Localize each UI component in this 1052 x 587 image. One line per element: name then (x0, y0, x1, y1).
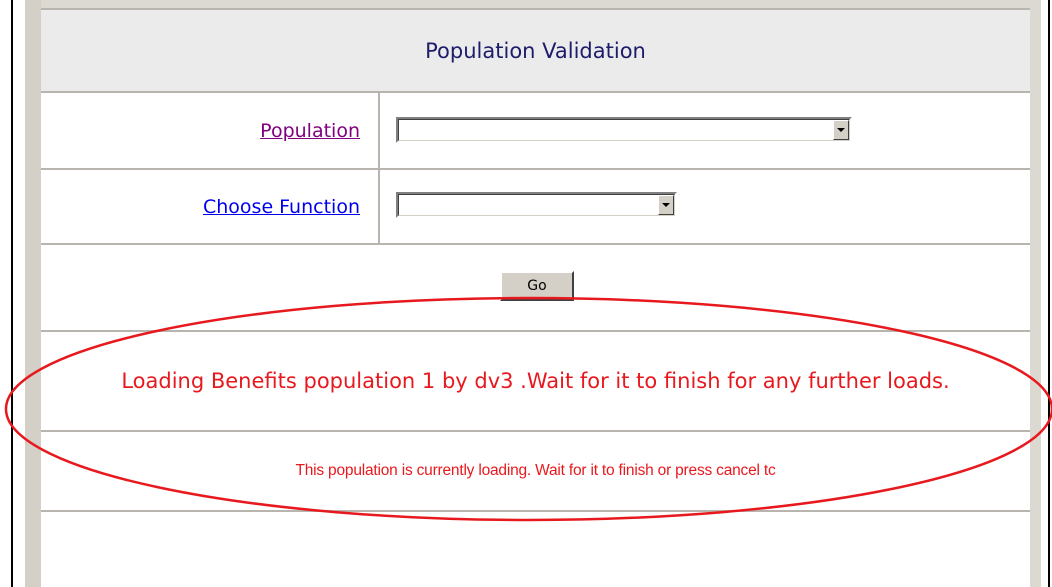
population-value-cell (380, 93, 1030, 168)
page-frame: Population Validation Population Choose … (0, 0, 1052, 587)
loading-status-cell: Loading Benefits population 1 by dv3 .Wa… (41, 332, 1030, 430)
right-border (1048, 0, 1050, 587)
population-select[interactable] (396, 117, 852, 143)
loading-status-message: Loading Benefits population 1 by dv3 .Wa… (121, 369, 950, 393)
function-label-cell: Choose Function (41, 170, 378, 243)
population-select-inset (398, 119, 850, 141)
chevron-down-icon[interactable] (833, 120, 849, 140)
page-title: Population Validation (425, 38, 646, 63)
loading-notice-cell: This population is currently loading. Wa… (41, 432, 1030, 510)
population-label-cell: Population (41, 93, 378, 168)
go-button[interactable]: Go (500, 271, 574, 301)
left-border (11, 0, 13, 587)
function-value-cell (380, 170, 1030, 243)
chevron-down-icon[interactable] (658, 195, 674, 215)
empty-row (41, 512, 1030, 587)
function-select[interactable] (396, 192, 677, 218)
loading-notice-message: This population is currently loading. Wa… (295, 462, 776, 479)
population-link[interactable]: Population (260, 120, 360, 142)
function-select-inset (398, 194, 675, 216)
title-row: Population Validation (41, 8, 1030, 91)
panel-margin (25, 0, 41, 587)
choose-function-link[interactable]: Choose Function (203, 196, 360, 218)
